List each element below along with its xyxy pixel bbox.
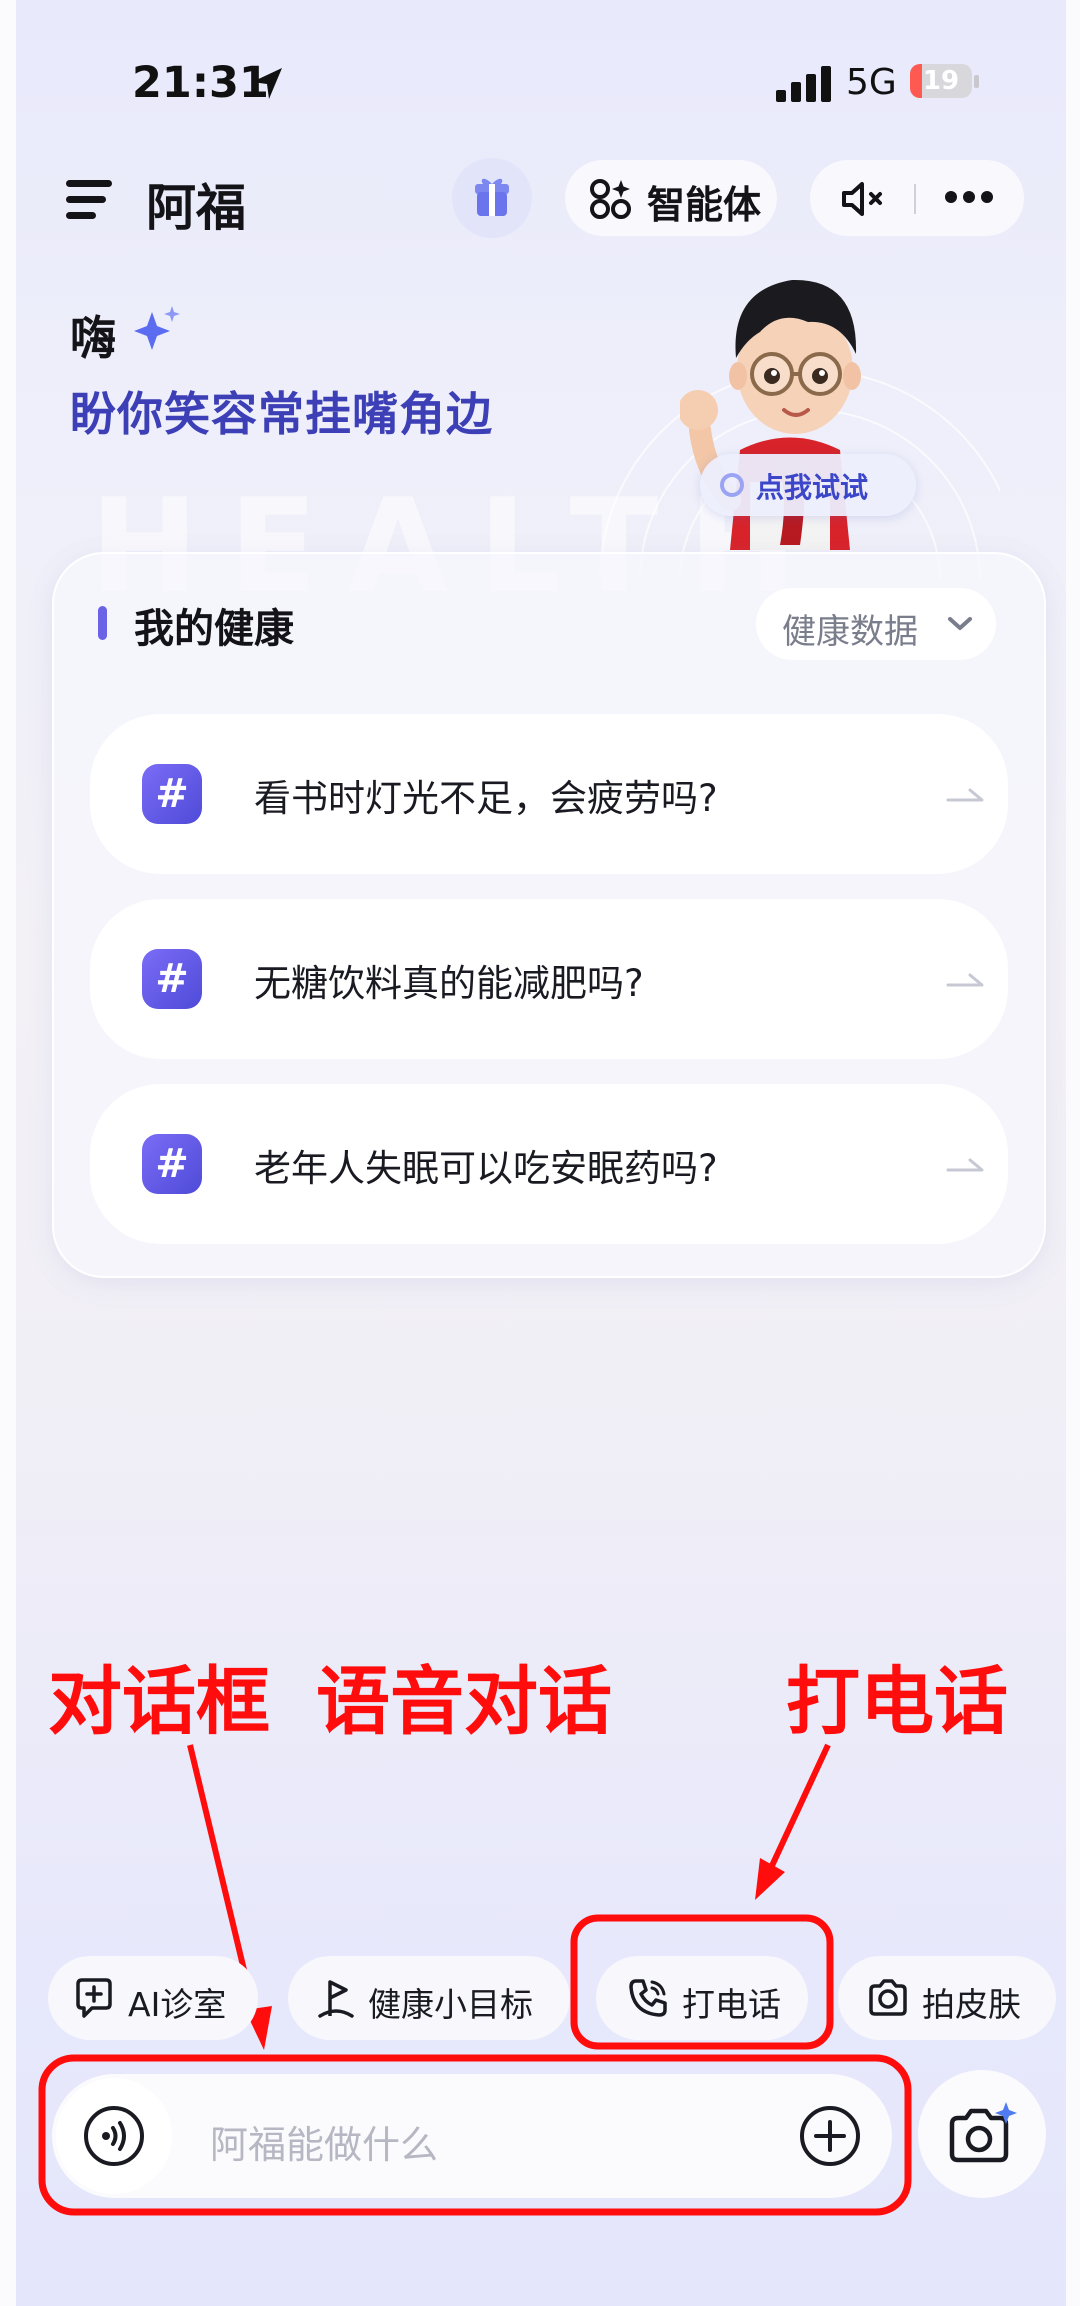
voice-wave-icon xyxy=(84,2106,144,2166)
chip-label: 健康小目标 xyxy=(368,1985,533,2024)
chip-label: 拍皮肤 xyxy=(922,1985,1021,2024)
chat-input-bar[interactable]: 阿福能做什么 xyxy=(52,2074,892,2198)
chat-input-placeholder[interactable]: 阿福能做什么 xyxy=(210,2114,438,2169)
add-icon[interactable] xyxy=(798,2104,862,2168)
chip-phone-call[interactable]: 打电话 xyxy=(596,1956,808,2040)
camera-sparkle-icon xyxy=(949,2102,1017,2163)
app-screen: 21:31 5G 19 阿福 智能体 HEALTH 嗨 盼你笑容常挂嘴角边 点我… xyxy=(0,0,1080,2306)
chat-plus-icon xyxy=(76,1978,112,2018)
voice-input-button[interactable] xyxy=(56,2078,172,2194)
chip-ai-clinic[interactable]: AI诊室 xyxy=(48,1956,258,2040)
flag-icon xyxy=(318,1980,354,2018)
chip-skin-photo[interactable]: 拍皮肤 xyxy=(838,1956,1056,2040)
chip-label: 打电话 xyxy=(682,1985,781,2024)
camera-button[interactable] xyxy=(918,2070,1046,2198)
chip-health-goal[interactable]: 健康小目标 xyxy=(288,1956,570,2040)
chip-label: AI诊室 xyxy=(128,1985,227,2024)
phone-icon xyxy=(629,1979,667,2017)
camera-icon xyxy=(869,1979,907,2016)
